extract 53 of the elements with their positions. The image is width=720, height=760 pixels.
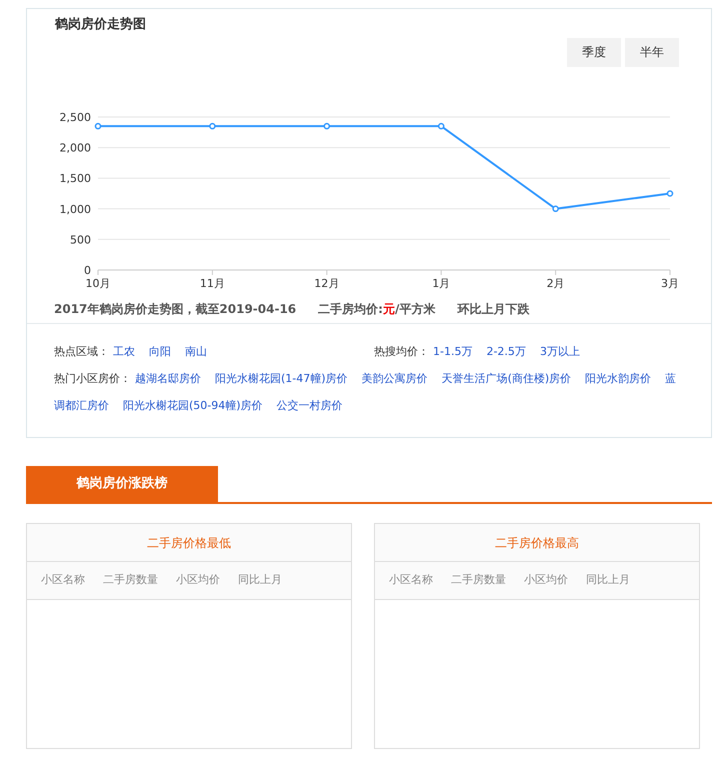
x-tick-label: 10月 [86,276,110,290]
column-header: 同比上月 [586,572,630,588]
community-link[interactable]: 越湖名邸房价 [135,364,201,392]
y-tick-label: 2,500 [60,110,91,124]
community-link[interactable]: 阳光水榭花园(50-94幢)房价 [123,392,263,418]
column-header: 小区均价 [176,572,220,588]
table-title: 二手房价格最高 [375,524,699,562]
period-button[interactable]: 半年 [625,38,679,66]
community-link[interactable]: 天誉生活广场(商住楼)房价 [442,364,572,392]
x-tick-label: 2月 [546,276,565,290]
y-tick-label: 1,000 [60,202,91,216]
data-point [666,190,674,196]
hot-label: 热点区域： [54,344,109,358]
x-tick-label: 11月 [200,276,225,290]
hot-link[interactable]: 向阳 [149,344,171,358]
summary-text: 2017年鹤岗房价走势图，截至2019-04-16 [54,300,296,318]
data-point [209,122,216,129]
chart-title: 鹤岗房价走势图 [55,16,146,34]
x-tick-label: 12月 [314,276,340,290]
community-link[interactable]: 公交一村房价 [276,392,343,418]
column-header: 小区名称 [41,572,85,588]
y-tick-label: 1,500 [60,172,91,185]
period-button[interactable]: 季度 [567,38,621,66]
hot-link[interactable]: 工农 [113,344,135,358]
x-tick-label: 3月 [661,276,679,290]
community-link[interactable]: 调都汇房价 [54,392,109,418]
column-header: 小区名称 [389,572,433,588]
community-link[interactable]: 美韵公寓房价 [362,364,428,392]
hot-label: 热搜均价： [374,344,429,358]
hot-link[interactable]: 1-1.5万 [433,344,472,358]
summary-text: 环比上月下跌 [457,300,530,318]
data-point [324,122,330,129]
data-point [552,205,559,212]
y-tick-label: 0 [84,264,91,276]
y-tick-label: 500 [70,232,91,246]
community-link[interactable]: 蓝 [665,364,676,392]
x-tick-label: 1月 [432,276,450,290]
table-title: 二手房价格最低 [27,524,351,562]
y-tick-label: 2,000 [60,141,91,154]
column-header: 二手房数量 [103,572,158,588]
community-link[interactable]: 阳光水韵房价 [585,364,652,392]
hot-link[interactable]: 2-2.5万 [486,344,526,358]
hot-link[interactable]: 3万以上 [540,344,580,358]
column-header: 二手房数量 [451,572,506,588]
hot-link[interactable]: 南山 [185,344,207,358]
hot-label: 热门小区房价： [54,370,131,386]
ranking-tab[interactable]: 鹤岗房价涨跌榜 [26,466,218,502]
data-point [438,122,444,129]
data-point [94,122,102,129]
column-header: 同比上月 [238,572,282,588]
column-header: 小区均价 [524,572,568,588]
community-link[interactable]: 阳光水榭花园(1-47幢)房价 [215,364,348,392]
summary-text: 二手房均价:元/平方米 [318,300,436,318]
